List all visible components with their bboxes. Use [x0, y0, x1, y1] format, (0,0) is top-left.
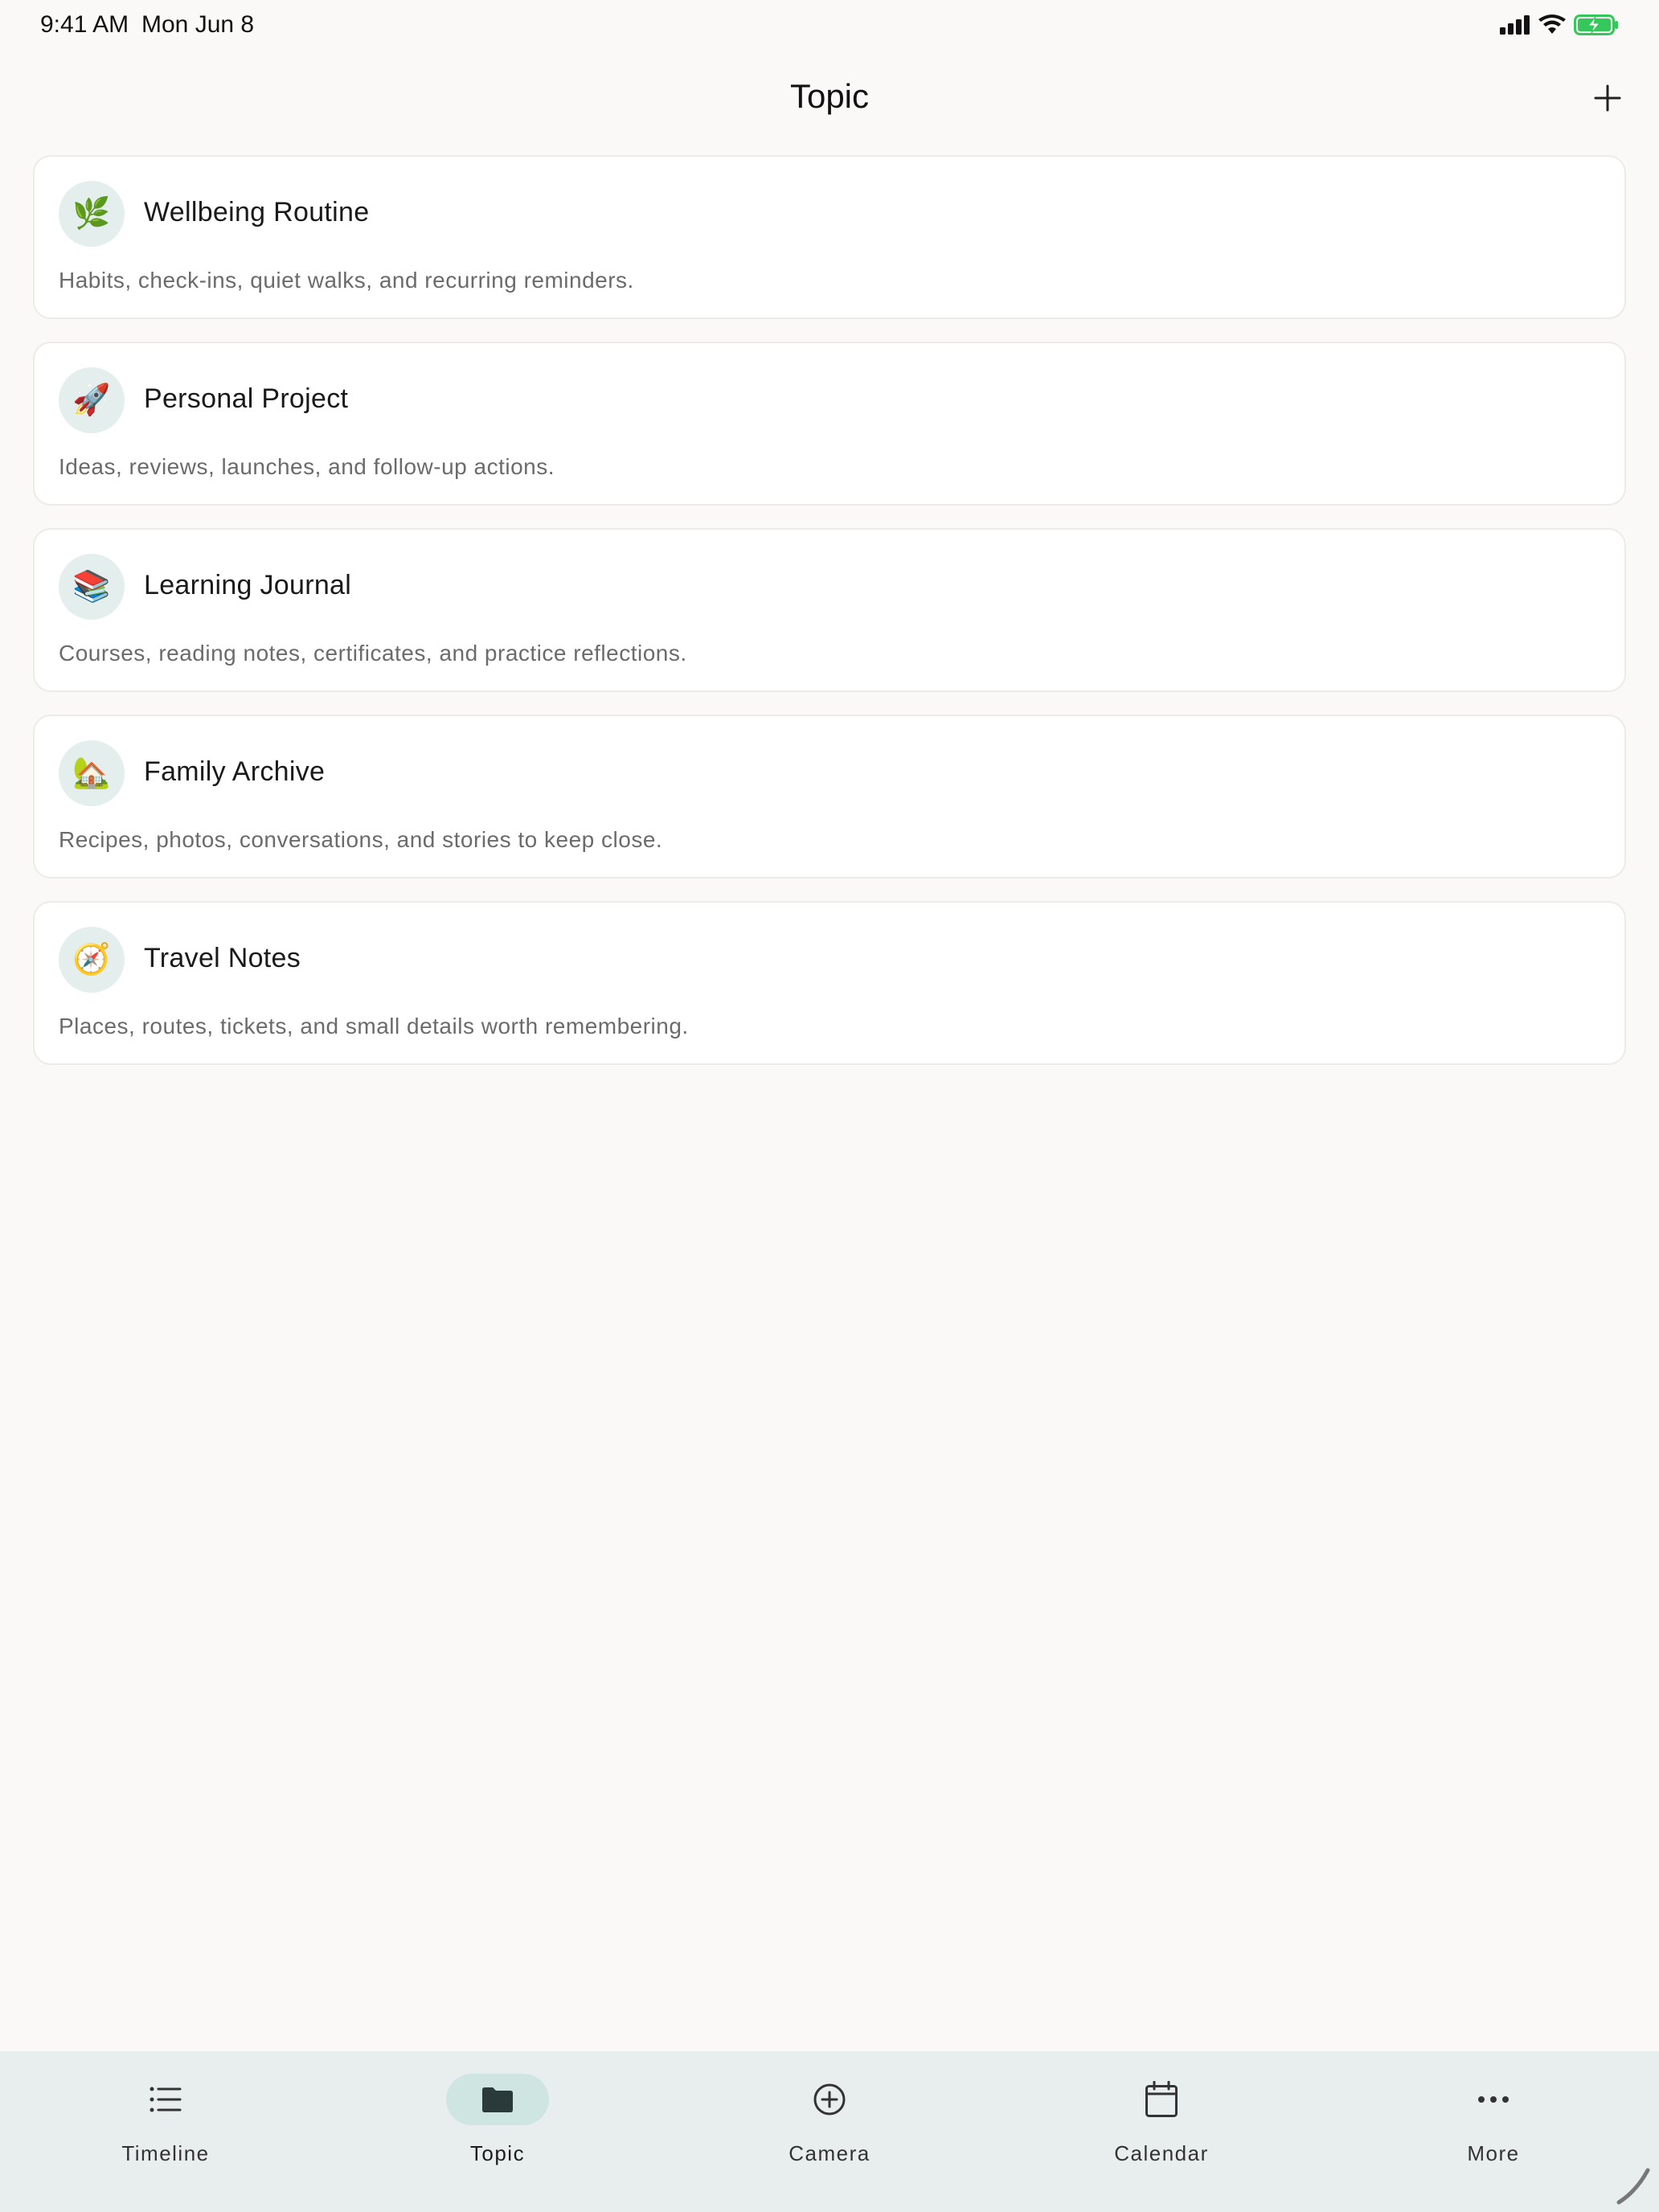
topic-card-personal-project[interactable]: 🚀 Personal Project Ideas, reviews, launc…: [33, 342, 1626, 506]
plus-circle-icon: [813, 2083, 846, 2116]
topic-card-travel-notes[interactable]: 🧭 Travel Notes Places, routes, tickets, …: [33, 901, 1626, 1065]
battery-charging-icon: [1574, 14, 1618, 35]
books-icon: 📚: [59, 554, 125, 620]
status-icons: [1500, 14, 1619, 35]
page-title: Topic: [789, 77, 870, 115]
topic-description: Ideas, reviews, launches, and follow-up …: [59, 454, 555, 479]
rocket-icon: 🚀: [59, 367, 125, 433]
status-date: Mon Jun 8: [141, 11, 255, 38]
topic-description: Recipes, photos, conversations, and stor…: [59, 827, 663, 852]
tab-label: Timeline: [121, 2141, 210, 2165]
tab-bar: Timeline Topic Camera Calendar More: [0, 2051, 1659, 2212]
tab-calendar[interactable]: Calendar: [996, 2051, 1327, 2212]
compass-icon: 🧭: [59, 927, 125, 993]
tab-label: More: [1467, 2141, 1520, 2165]
tab-label: Camera: [789, 2141, 870, 2165]
tab-camera[interactable]: Camera: [664, 2051, 995, 2212]
tab-label: Calendar: [1114, 2141, 1209, 2165]
resize-handle-icon: [1616, 2168, 1650, 2205]
wifi-icon: [1538, 14, 1566, 34]
topic-description: Places, routes, tickets, and small detai…: [59, 1014, 689, 1038]
tab-icon-container-active: [446, 2074, 549, 2125]
herb-icon: 🌿: [59, 181, 125, 247]
tab-topic[interactable]: Topic: [332, 2051, 663, 2212]
topic-description: Habits, check-ins, quiet walks, and recu…: [59, 268, 634, 293]
calendar-icon: [1145, 2081, 1178, 2117]
tab-icon-container: [114, 2074, 217, 2125]
ellipsis-icon: [1478, 2096, 1509, 2103]
status-time: 9:41 AM: [40, 11, 129, 38]
topic-name: Travel Notes: [144, 943, 301, 973]
screen: 9:41 AM Mon Jun 8 Topic 🌿 Wellbeing Rout…: [0, 0, 1659, 2212]
topic-name: Learning Journal: [144, 570, 352, 600]
tab-more[interactable]: More: [1328, 2051, 1659, 2212]
topic-name: Personal Project: [144, 383, 349, 414]
topic-card-family-archive[interactable]: 🏡 Family Archive Recipes, photos, conver…: [33, 715, 1626, 879]
house-garden-icon: 🏡: [59, 740, 125, 806]
cellular-signal-icon: [1500, 15, 1530, 35]
tab-timeline[interactable]: Timeline: [0, 2051, 331, 2212]
topic-name: Wellbeing Routine: [144, 197, 370, 227]
header: Topic: [0, 51, 1659, 148]
topic-card-wellbeing-routine[interactable]: 🌿 Wellbeing Routine Habits, check-ins, q…: [33, 155, 1626, 319]
topic-card-learning-journal[interactable]: 📚 Learning Journal Courses, reading note…: [33, 528, 1626, 692]
tab-icon-container: [1110, 2074, 1213, 2125]
tab-icon-container: [778, 2074, 881, 2125]
plus-icon: [1594, 84, 1621, 112]
list-icon: [150, 2087, 182, 2112]
topic-name: Family Archive: [144, 756, 326, 787]
tab-icon-container: [1442, 2074, 1545, 2125]
status-bar: 9:41 AM Mon Jun 8: [0, 0, 1659, 51]
topic-description: Courses, reading notes, certificates, an…: [59, 641, 687, 666]
add-topic-button[interactable]: [1585, 76, 1630, 121]
folder-icon: [482, 2087, 513, 2112]
topic-list: 🌿 Wellbeing Routine Habits, check-ins, q…: [33, 155, 1626, 1088]
tab-label: Topic: [469, 2141, 526, 2165]
